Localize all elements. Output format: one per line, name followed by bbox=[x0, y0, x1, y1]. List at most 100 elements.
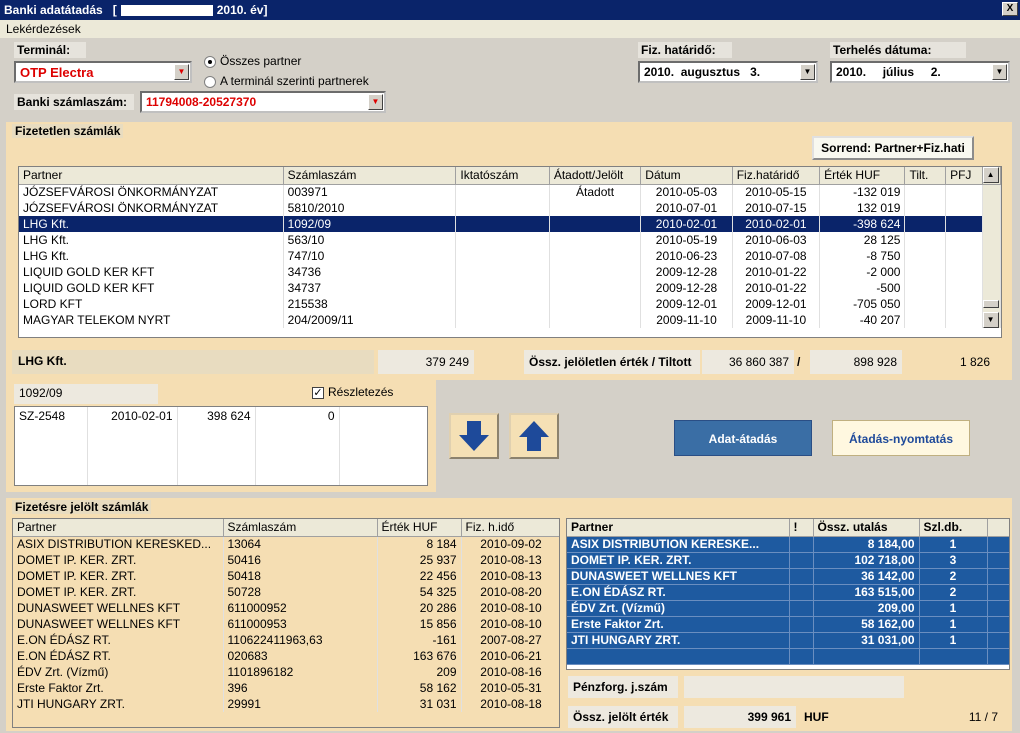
scroll-up-cell[interactable]: ▲ bbox=[982, 167, 1001, 185]
cell: LHG Kft. bbox=[19, 216, 284, 232]
scrollbar-track[interactable] bbox=[981, 264, 1001, 280]
close-button[interactable]: X bbox=[1002, 2, 1018, 16]
col-flag[interactable]: ! bbox=[789, 519, 814, 537]
radio-all-partners[interactable]: Összes partner bbox=[204, 54, 301, 68]
print-transfer-button[interactable]: Átadás-nyomtatás bbox=[832, 420, 970, 456]
table-row[interactable]: LIQUID GOLD KER KFT 34736 2009-12-28 2010-0… bbox=[19, 264, 1001, 280]
col-date[interactable]: Dátum bbox=[640, 167, 733, 185]
move-up-button[interactable] bbox=[509, 413, 559, 459]
title-year: 2010. év] bbox=[216, 3, 268, 17]
table-row[interactable]: JÓZSEFVÁROSI ÖNKORMÁNYZAT 003971 Átadott 20… bbox=[19, 184, 1001, 200]
table-row[interactable]: E.ON ÉDÁSZ RT. 020683 163 676 2010-06-21 bbox=[13, 648, 559, 664]
scrollbar-track[interactable] bbox=[981, 200, 1001, 216]
table-row[interactable]: Erste Faktor Zrt. 58 162,00 1 bbox=[567, 616, 1009, 633]
cell: 1092/09 bbox=[283, 216, 457, 232]
col-partner[interactable]: Partner bbox=[19, 167, 284, 185]
chevron-down-icon[interactable]: ▼ bbox=[800, 64, 815, 80]
table-row[interactable]: ÉDV Zrt. (Vízmű) 209,00 1 bbox=[567, 600, 1009, 617]
marked-title: Fizetésre jelölt számlák bbox=[12, 500, 152, 514]
col-transferred[interactable]: Átadott/Jelölt bbox=[549, 167, 642, 185]
table-row-selected[interactable]: LHG Kft. 1092/09 2010-02-01 2010-02-01 -398 … bbox=[19, 216, 1001, 232]
window-title: Banki adatátadás bbox=[4, 3, 103, 17]
col-partner[interactable]: Partner bbox=[567, 519, 790, 537]
cell bbox=[945, 232, 983, 248]
terminal-select[interactable]: OTP Electra ▼ bbox=[14, 61, 192, 83]
currency: HUF bbox=[804, 710, 829, 724]
radio-all-label: Összes partner bbox=[220, 54, 302, 68]
chevron-down-icon[interactable]: ▼ bbox=[174, 64, 189, 80]
scrollbar-thumb[interactable] bbox=[981, 296, 1001, 312]
charge-date-picker[interactable]: 2010. július 2. ▼ bbox=[830, 61, 1010, 83]
scrollbar-track[interactable] bbox=[981, 216, 1001, 232]
table-row[interactable]: ASIX DISTRIBUTION KERESKED... 13064 8 184 2… bbox=[13, 536, 559, 552]
table-row[interactable]: DOMET IP. KER. ZRT. 50418 22 456 2010-08-13 bbox=[13, 568, 559, 584]
table-row[interactable]: LORD KFT 215538 2009-12-01 2009-12-01 -705 0… bbox=[19, 296, 1001, 312]
table-row[interactable]: E.ON ÉDÁSZ RT. 163 515,00 2 bbox=[567, 584, 1009, 601]
table-row[interactable]: JÓZSEFVÁROSI ÖNKORMÁNYZAT 5810/2010 2010-0… bbox=[19, 200, 1001, 216]
table-row[interactable]: ÉDV Zrt. (Vízmű) 1101896182 209 2010-08-16 bbox=[13, 664, 559, 680]
col-due-date[interactable]: Fiz.határidő bbox=[732, 167, 821, 185]
col-pfj[interactable]: PFJ bbox=[945, 167, 983, 185]
table-row[interactable]: LHG Kft. 747/10 2010-06-23 2010-07-08 -8 750 bbox=[19, 248, 1001, 264]
table-row[interactable]: LHG Kft. 563/10 2010-05-19 2010-06-03 28 125 bbox=[19, 232, 1001, 248]
table-row[interactable]: ASIX DISTRIBUTION KERESKE... 8 184,00 1 bbox=[567, 536, 1009, 553]
cell: 2009-12-28 bbox=[640, 264, 733, 280]
table-row[interactable]: DOMET IP. KER. ZRT. 50416 25 937 2010-08-13 bbox=[13, 552, 559, 568]
scrollbar-track[interactable] bbox=[981, 232, 1001, 248]
table-row[interactable]: JTI HUNGARY ZRT. 31 031,00 1 bbox=[567, 632, 1009, 649]
chevron-down-icon[interactable]: ▼ bbox=[368, 94, 383, 110]
chevron-down-icon[interactable]: ▼ bbox=[992, 64, 1007, 80]
radio-terminal-partners[interactable]: A terminál szerinti partnerek bbox=[204, 74, 369, 88]
scroll-down-cell[interactable]: ▼ bbox=[982, 312, 1001, 328]
checkbox-checked-icon[interactable]: ✓ bbox=[312, 386, 324, 399]
table-row[interactable]: DUNASWEET WELLNES KFT 611000952 20 286 2010… bbox=[13, 600, 559, 616]
table-row[interactable]: E.ON ÉDÁSZ RT. 110622411963,63 -161 2007-08… bbox=[13, 632, 559, 648]
col-partner[interactable]: Partner bbox=[13, 519, 224, 537]
radio-on-icon[interactable] bbox=[204, 55, 216, 68]
cell bbox=[945, 312, 983, 328]
transfer-button[interactable]: Adat-átadás bbox=[674, 420, 812, 456]
cell: -8 750 bbox=[819, 248, 906, 264]
table-row[interactable]: Erste Faktor Zrt. 396 58 162 2010-05-31 bbox=[13, 680, 559, 696]
cell: 2010-09-02 bbox=[461, 536, 559, 552]
cash-account-value[interactable] bbox=[684, 676, 904, 698]
col-blocked[interactable]: Tilt. bbox=[904, 167, 947, 185]
col-due-date[interactable]: Fiz. h.idő bbox=[461, 519, 559, 537]
table-row[interactable]: LIQUID GOLD KER KFT 34737 2009-12-28 2010-0… bbox=[19, 280, 1001, 296]
col-invoice-count[interactable]: Szl.db. bbox=[919, 519, 988, 537]
table-row[interactable]: DOMET IP. KER. ZRT. 50728 54 325 2010-08-20 bbox=[13, 584, 559, 600]
due-date-picker[interactable]: 2010. augusztus 3. ▼ bbox=[638, 61, 818, 83]
detail-checkbox[interactable]: ✓ Részletezés bbox=[312, 385, 393, 399]
table-row[interactable]: DUNASWEET WELLNES KFT 36 142,00 2 bbox=[567, 568, 1009, 585]
col-value[interactable]: Érték HUF bbox=[377, 519, 462, 537]
col-total-transfer[interactable]: Össz. utalás bbox=[813, 519, 920, 537]
cell bbox=[919, 648, 988, 665]
table-row[interactable]: DUNASWEET WELLNES KFT 611000953 15 856 2010… bbox=[13, 616, 559, 632]
col-invoice-no[interactable]: Számlaszám bbox=[223, 519, 378, 537]
arrow-down-icon[interactable]: ▼ bbox=[982, 312, 999, 328]
cell bbox=[789, 568, 814, 585]
table-row[interactable]: DOMET IP. KER. ZRT. 102 718,00 3 bbox=[567, 552, 1009, 569]
arrow-up-icon[interactable]: ▲ bbox=[982, 167, 999, 183]
menu-lekerdezesek[interactable]: Lekérdezések bbox=[6, 22, 81, 36]
col-registry-no[interactable]: Iktatószám bbox=[455, 167, 550, 185]
scrollbar-track[interactable] bbox=[981, 248, 1001, 264]
table-row[interactable]: MAGYAR TELEKOM NYRT 204/2009/11 2009-11-10… bbox=[19, 312, 1001, 328]
col-value[interactable]: Érték HUF bbox=[819, 167, 906, 185]
radio-off-icon[interactable] bbox=[204, 75, 216, 88]
selected-partner: LHG Kft. bbox=[12, 350, 374, 374]
table-row-empty bbox=[567, 648, 1009, 665]
table-row[interactable]: JTI HUNGARY ZRT. 29991 31 031 2010-08-18 bbox=[13, 696, 559, 712]
scroll-thumb-icon[interactable] bbox=[983, 300, 999, 308]
move-down-button[interactable] bbox=[449, 413, 499, 459]
col-invoice-no[interactable]: Számlaszám bbox=[283, 167, 457, 185]
cell: 2010-07-08 bbox=[732, 248, 821, 264]
cell bbox=[549, 200, 642, 216]
sort-button[interactable]: Sorrend: Partner+Fiz.hati bbox=[812, 136, 974, 160]
scrollbar-track[interactable] bbox=[981, 184, 1001, 200]
cell: 2010-06-23 bbox=[640, 248, 733, 264]
bank-account-select[interactable]: 11794008-20527370 ▼ bbox=[140, 91, 386, 113]
table-row[interactable]: SZ-2548 2010-02-01 398 624 0 bbox=[15, 407, 427, 485]
cell: 1 bbox=[919, 600, 988, 617]
scrollbar-track[interactable] bbox=[981, 280, 1001, 296]
